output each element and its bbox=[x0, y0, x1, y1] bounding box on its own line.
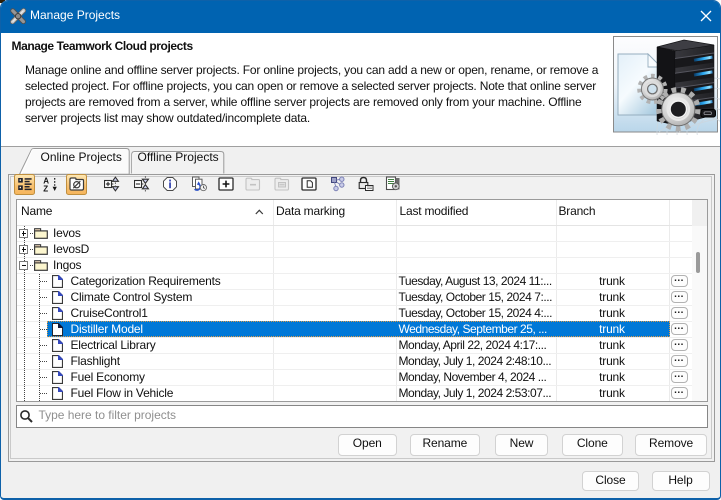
svg-text:Z: Z bbox=[43, 185, 48, 192]
